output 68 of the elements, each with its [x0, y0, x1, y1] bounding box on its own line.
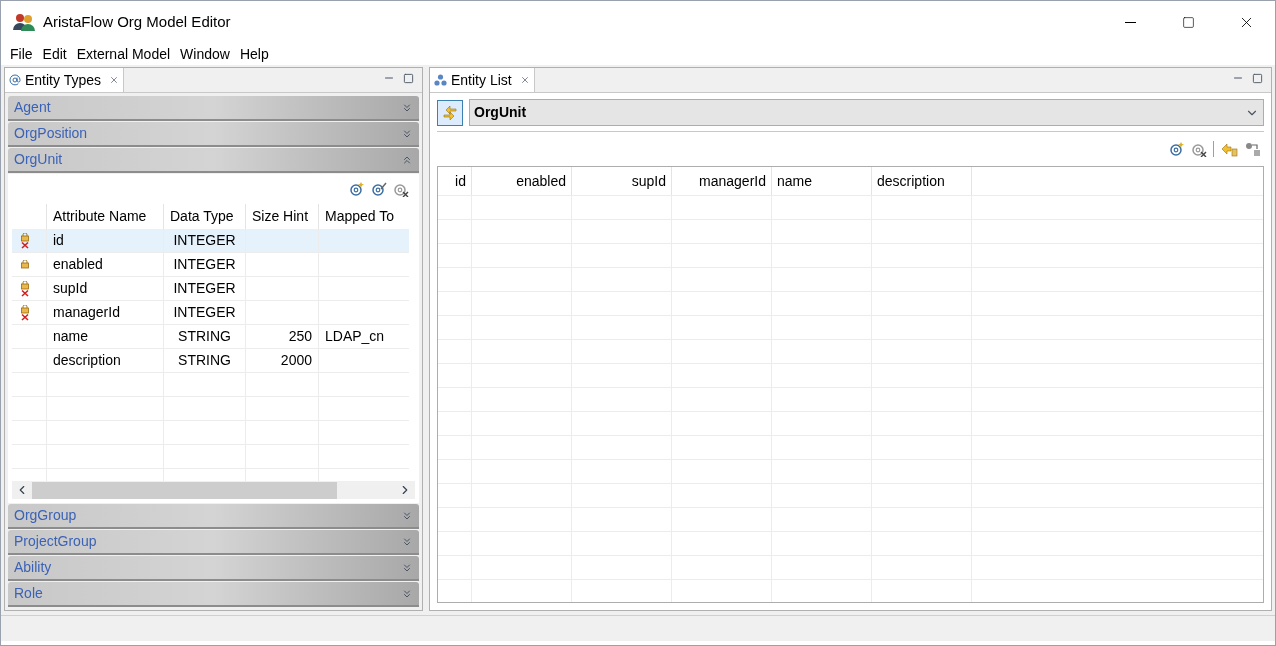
attribute-row[interactable]: supId INTEGER	[12, 277, 409, 301]
table-cell-text: name	[53, 327, 89, 346]
menu-item[interactable]: Window	[175, 43, 235, 65]
section-header[interactable]: ProjectGroup	[8, 530, 419, 555]
table-cell-text: id	[53, 231, 64, 250]
section-header[interactable]: Role	[8, 582, 419, 607]
close-tab-icon[interactable]	[109, 75, 119, 85]
table-cell-text: 250	[288, 327, 312, 346]
attribute-row[interactable]: enabled INTEGER	[12, 253, 409, 277]
delete-entity-icon[interactable]	[1191, 141, 1207, 157]
table-cell-text: LDAP_cn	[325, 327, 385, 346]
table-cell-text: INTEGER	[173, 303, 236, 322]
column-header[interactable]: enabled	[472, 167, 572, 195]
three-circles-icon	[434, 74, 447, 86]
view-tab[interactable]: Entity List	[430, 68, 535, 92]
section-header[interactable]: OrgPosition	[8, 122, 419, 147]
table-cell-text: supId	[53, 279, 88, 298]
section-header[interactable]: OrgUnit	[8, 148, 419, 173]
minimize-icon	[1124, 21, 1136, 23]
section-header[interactable]: Agent	[8, 96, 419, 121]
menu-item[interactable]: Edit	[37, 43, 72, 65]
column-header[interactable]: description	[872, 167, 972, 195]
attribute-row[interactable]: id INTEGER	[12, 229, 409, 253]
view-tab[interactable]: Entity Types	[5, 68, 124, 92]
attribute-row[interactable]: description STRING 2000	[12, 349, 409, 373]
attribute-row[interactable]: name STRING 250 LDAP_cn	[12, 325, 409, 349]
swap-arrows-icon	[442, 104, 458, 121]
table-cell-text: INTEGER	[173, 231, 236, 250]
app-people-icon	[13, 13, 35, 31]
menu-item[interactable]: File	[5, 43, 38, 65]
section-header[interactable]: OrgGroup	[8, 504, 419, 529]
window-title: AristaFlow Org Model Editor	[43, 11, 231, 32]
column-header[interactable]: supId	[572, 167, 672, 195]
table-cell-text: managerId	[53, 303, 120, 322]
entity-type-dropdown[interactable]: OrgUnit	[469, 99, 1264, 126]
column-header[interactable]: id	[438, 167, 472, 195]
menu-item[interactable]: External Model	[71, 43, 176, 65]
expand-icon	[401, 509, 413, 522]
at-sign-icon	[9, 74, 21, 86]
table-cell-text: INTEGER	[173, 255, 236, 274]
section-header[interactable]: Ability	[8, 556, 419, 581]
close-tab-icon[interactable]	[519, 75, 530, 85]
expand-icon	[401, 127, 413, 140]
menu-item[interactable]: Help	[234, 43, 274, 65]
horizontal-scrollbar[interactable]	[12, 481, 415, 499]
table-cell-text: 2000	[280, 351, 312, 370]
attribute-row[interactable]: managerId INTEGER	[12, 301, 409, 325]
table-cell-text: STRING	[178, 351, 231, 370]
maximize-view-icon[interactable]	[403, 72, 414, 84]
maximize-view-icon[interactable]	[1252, 72, 1263, 84]
expand-icon	[401, 535, 413, 548]
edit-attribute-icon[interactable]	[371, 181, 387, 197]
table-cell-text: INTEGER	[173, 279, 236, 298]
table-cell-text: description	[53, 351, 121, 370]
delete-attribute-icon[interactable]	[393, 181, 409, 197]
column-header[interactable]: name	[772, 167, 872, 195]
column-header[interactable]: managerId	[672, 167, 772, 195]
add-entity-icon[interactable]	[1169, 141, 1185, 157]
expand-icon	[401, 101, 413, 114]
sync-entity-icon[interactable]	[1244, 141, 1262, 157]
table-cell-text: STRING	[178, 327, 231, 346]
import-entity-icon[interactable]	[1220, 141, 1238, 157]
add-attribute-icon[interactable]	[349, 181, 365, 197]
link-toggle-button[interactable]	[437, 99, 463, 126]
expand-icon	[401, 561, 413, 574]
expand-icon	[401, 587, 413, 600]
table-cell-text: enabled	[53, 255, 103, 274]
maximize-icon	[1181, 15, 1195, 29]
